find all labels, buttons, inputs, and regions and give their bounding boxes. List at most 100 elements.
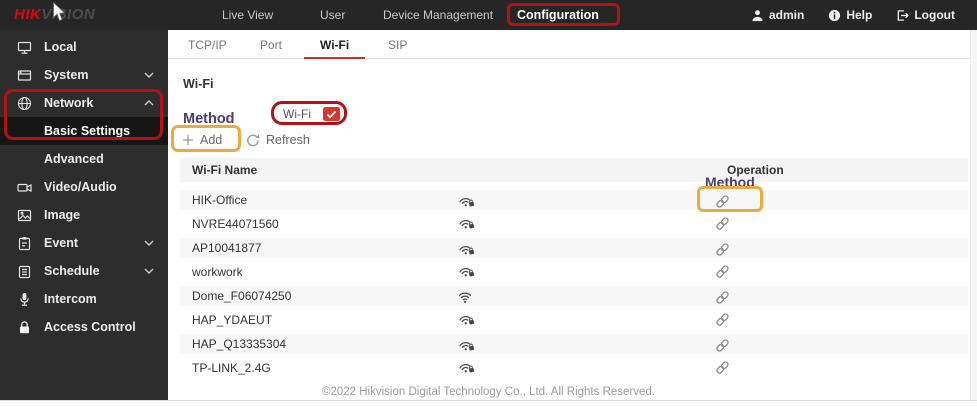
user-account-button[interactable]: admin	[751, 8, 804, 22]
sidebar-item-system[interactable]: System	[0, 61, 168, 89]
wifi-enable-group: Wi-Fi	[283, 104, 340, 124]
chevron-down-icon	[144, 72, 154, 78]
wifi-open-icon	[458, 290, 476, 306]
table-row: HAP_YDAEUT	[180, 308, 968, 332]
sidebar-item-label: Event	[44, 236, 79, 250]
tab-sip[interactable]: SIP	[388, 30, 407, 59]
wifi-section-title: Wi-Fi	[183, 77, 214, 91]
nav-live-view[interactable]: Live View	[222, 0, 273, 30]
wifi-name-cell: HIK-Office	[192, 193, 248, 207]
table-header-row: Wi-Fi Name Operation	[180, 158, 968, 182]
wifi-name-cell: workwork	[192, 265, 243, 279]
sidebar-item-image[interactable]: Image	[0, 201, 168, 229]
wifi-secured-icon	[456, 336, 477, 356]
nav-device-management[interactable]: Device Management	[383, 0, 493, 30]
help-button[interactable]: Help	[828, 8, 872, 22]
sidebar-item-basic-settings[interactable]: Basic Settings	[0, 117, 168, 145]
plus-icon	[182, 134, 194, 146]
column-header-wifi-name: Wi-Fi Name	[192, 163, 258, 177]
sidebar-item-label: Basic Settings	[44, 124, 131, 138]
nav-user[interactable]: User	[320, 0, 345, 30]
scrollbar[interactable]	[970, 30, 977, 400]
sidebar-item-network[interactable]: Network	[0, 89, 168, 117]
method-overlap-label: Method	[705, 175, 755, 189]
sidebar-item-label: Schedule	[44, 264, 100, 278]
microphone-icon	[16, 291, 32, 307]
system-icon	[16, 67, 32, 83]
add-button-label: Add	[200, 133, 223, 147]
sidebar-item-label: Image	[44, 208, 81, 222]
video-camera-icon	[16, 179, 32, 195]
chevron-down-icon	[144, 268, 154, 274]
connect-link-icon[interactable]	[715, 360, 731, 376]
table-row: HIK-Office	[180, 188, 968, 212]
sidebar-item-advanced[interactable]: Advanced	[0, 145, 168, 173]
sidebar-item-label: Advanced	[44, 152, 104, 166]
sidebar-item-label: Intercom	[44, 292, 97, 306]
info-icon	[828, 9, 841, 22]
table-row: NVRE44071560	[180, 212, 968, 236]
add-button[interactable]: Add	[182, 132, 222, 148]
logout-button[interactable]: Logout	[896, 8, 955, 22]
wifi-enable-checkbox[interactable]	[322, 107, 340, 121]
table-row: TP-LINK_2.4G	[180, 356, 968, 380]
logout-icon	[896, 9, 910, 22]
refresh-button-label: Refresh	[266, 133, 310, 147]
connect-link-icon[interactable]	[715, 264, 731, 280]
event-icon	[16, 235, 32, 251]
logout-label: Logout	[914, 8, 955, 22]
connect-link-icon[interactable]	[715, 242, 731, 258]
wifi-secured-icon	[456, 192, 477, 212]
wifi-name-cell: TP-LINK_2.4G	[192, 361, 271, 375]
image-icon	[16, 207, 32, 223]
sidebar-item-label: Network	[44, 96, 94, 110]
sidebar-item-local[interactable]: Local	[0, 33, 168, 61]
page-bottom-strip	[0, 400, 977, 407]
sidebar-item-access-control[interactable]: Access Control	[0, 313, 168, 341]
sidebar: Local System Network Basic Settings Adva	[0, 30, 168, 400]
copyright-text: ©2022 Hikvision Digital Technology Co., …	[322, 386, 655, 398]
connect-link-icon[interactable]	[715, 312, 731, 328]
top-bar: HIKVISION Live View User Device Manageme…	[0, 0, 977, 30]
sidebar-item-label: Access Control	[44, 320, 136, 334]
wifi-checkbox-label: Wi-Fi	[283, 107, 311, 121]
connect-link-icon[interactable]	[715, 338, 731, 354]
wifi-secured-icon	[456, 240, 477, 260]
main-content: TCP/IP Port Wi-Fi SIP Wi-Fi Method Wi-Fi…	[168, 30, 970, 400]
sidebar-item-label: Local	[44, 40, 77, 54]
sidebar-item-intercom[interactable]: Intercom	[0, 285, 168, 313]
sidebar-item-schedule[interactable]: Schedule	[0, 257, 168, 285]
wifi-secured-icon	[456, 310, 477, 330]
hikvision-config-page: { "topbar": { "logo": { "part1": "HIK", …	[0, 0, 977, 407]
wifi-name-cell: HAP_Q13335304	[192, 337, 287, 351]
wifi-secured-icon	[456, 262, 477, 282]
method-label: Method	[183, 111, 235, 126]
sidebar-menu: Local System Network Basic Settings Adva	[0, 33, 168, 341]
table-row: workwork	[180, 260, 968, 284]
sidebar-item-label: Video/Audio	[44, 180, 117, 194]
sidebar-item-label: System	[44, 68, 89, 82]
wifi-name-cell: Dome_F06074250	[192, 289, 292, 303]
wifi-name-cell: NVRE44071560	[192, 217, 279, 231]
table-body: HIK-Office NVRE44071560 AP10041877 workw…	[180, 188, 968, 380]
tab-port[interactable]: Port	[260, 30, 282, 59]
monitor-icon	[16, 39, 32, 55]
tab-wifi[interactable]: Wi-Fi	[303, 30, 366, 59]
logo-vision: VISION	[41, 6, 96, 23]
tab-tcpip[interactable]: TCP/IP	[188, 30, 227, 59]
wifi-name-cell: AP10041877	[192, 241, 262, 255]
nav-configuration[interactable]: Configuration	[517, 0, 599, 30]
refresh-button[interactable]: Refresh	[246, 132, 310, 148]
logo-hik: HIK	[14, 6, 42, 23]
help-label: Help	[846, 8, 873, 22]
sidebar-item-video-audio[interactable]: Video/Audio	[0, 173, 168, 201]
lock-icon	[16, 319, 32, 335]
sidebar-item-event[interactable]: Event	[0, 229, 168, 257]
globe-icon	[16, 95, 32, 111]
username-label: admin	[768, 8, 805, 22]
connect-link-icon[interactable]	[715, 194, 731, 210]
wifi-secured-icon	[456, 214, 477, 234]
refresh-icon	[246, 134, 260, 147]
connect-link-icon[interactable]	[715, 216, 731, 232]
connect-link-icon[interactable]	[715, 290, 731, 306]
